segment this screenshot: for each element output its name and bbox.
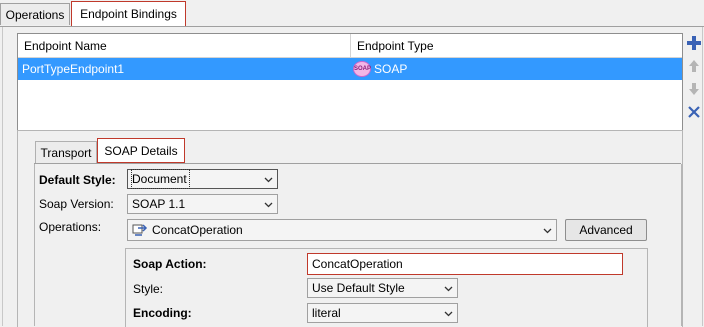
default-style-value: Document — [131, 169, 190, 189]
endpoint-type-label: SOAP — [374, 62, 408, 76]
add-button[interactable] — [685, 33, 702, 52]
tab-transport[interactable]: Transport — [35, 141, 97, 163]
tab-soap-details[interactable]: SOAP Details — [97, 138, 185, 163]
move-up-button[interactable] — [685, 56, 702, 75]
column-header-endpoint-name[interactable]: Endpoint Name — [18, 34, 351, 58]
operations-label: Operations: — [39, 220, 102, 234]
delete-icon — [687, 105, 700, 118]
encoding-select[interactable]: literal — [307, 303, 458, 323]
move-up-icon — [688, 59, 699, 72]
soap-version-select[interactable]: SOAP 1.1 — [127, 194, 278, 214]
chevron-down-icon — [264, 202, 273, 208]
endpoint-table: Endpoint Name Endpoint Type PortTypeEndp… — [17, 33, 683, 131]
soap-icon: SOAP — [353, 61, 371, 77]
soap-version-value: SOAP 1.1 — [132, 197, 186, 211]
add-icon — [686, 35, 701, 50]
encoding-value: literal — [312, 306, 341, 320]
soap-version-label: Soap Version: — [39, 197, 114, 211]
delete-button[interactable] — [685, 102, 702, 121]
endpoint-type-cell: SOAP SOAP — [353, 58, 407, 80]
operation-icon — [132, 224, 148, 236]
soap-action-input[interactable]: ConcatOperation — [307, 253, 623, 275]
default-style-select[interactable]: Document — [127, 169, 278, 189]
chevron-down-icon — [444, 311, 453, 317]
default-style-label: Default Style: — [39, 173, 116, 187]
tab-endpoint-bindings[interactable]: Endpoint Bindings — [71, 1, 186, 27]
style-label: Style: — [133, 282, 164, 296]
style-value: Use Default Style — [312, 281, 405, 295]
chevron-down-icon — [444, 286, 453, 292]
soap-action-label: Soap Action: — [133, 257, 207, 271]
advanced-button[interactable]: Advanced — [565, 219, 647, 241]
move-down-button[interactable] — [685, 79, 702, 98]
operations-value: ConcatOperation — [152, 223, 243, 237]
chevron-down-icon — [264, 177, 273, 183]
column-header-endpoint-type[interactable]: Endpoint Type — [351, 34, 682, 58]
operations-select[interactable]: ConcatOperation — [127, 219, 557, 241]
chevron-down-icon — [543, 228, 552, 234]
encoding-label: Encoding: — [133, 306, 192, 320]
style-select[interactable]: Use Default Style — [307, 278, 458, 298]
endpoint-name-cell: PortTypeEndpoint1 — [22, 62, 125, 76]
tab-operations[interactable]: Operations — [0, 3, 70, 25]
table-row[interactable]: PortTypeEndpoint1 SOAP SOAP — [18, 58, 682, 80]
move-down-icon — [688, 82, 699, 95]
